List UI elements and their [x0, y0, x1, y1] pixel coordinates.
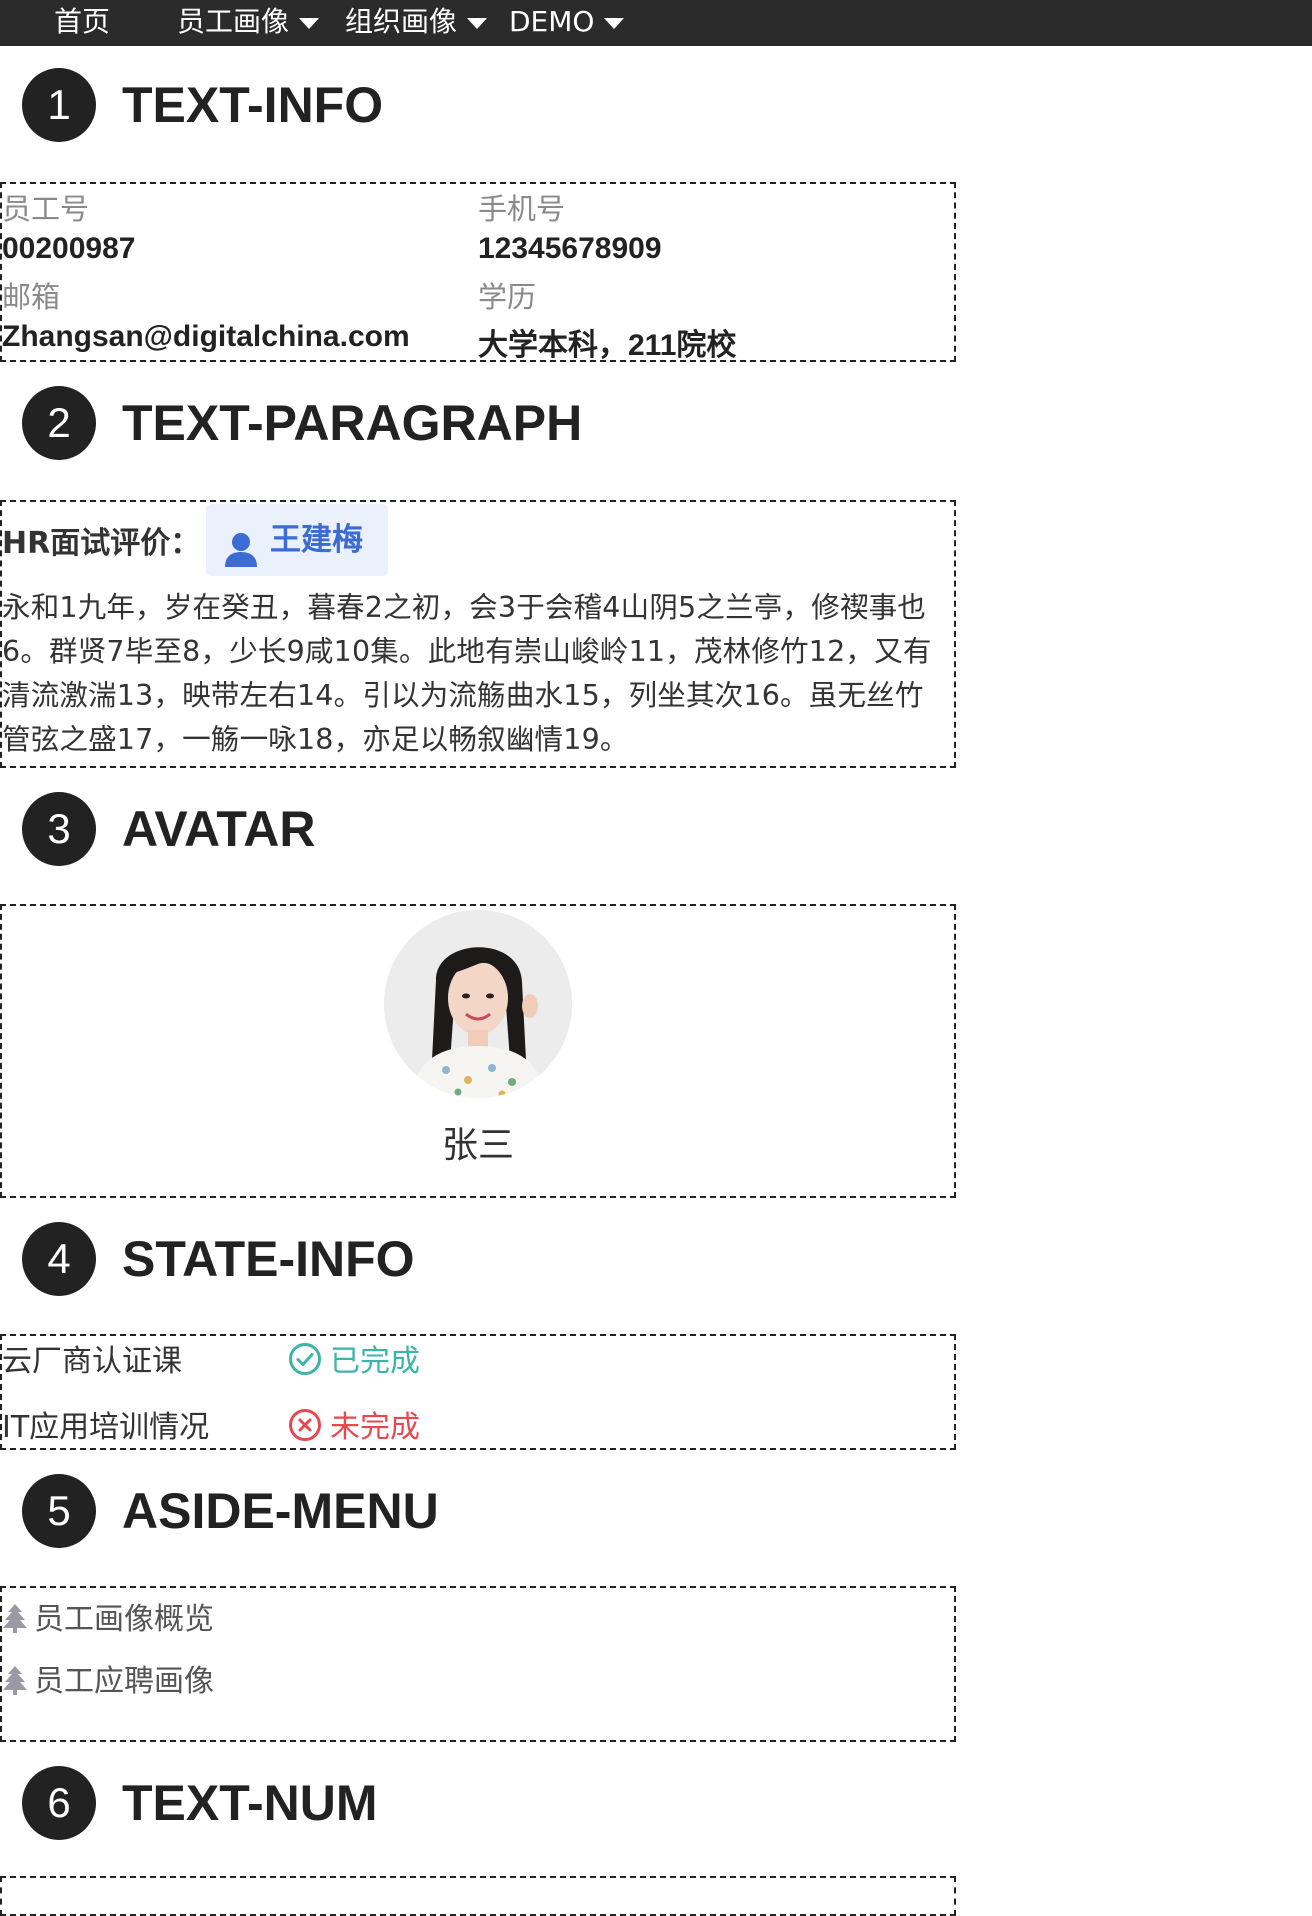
menu-item-employee-recruitment[interactable]: 员工应聘画像 — [2, 1656, 214, 1703]
state-value-text: 未完成 — [330, 1410, 420, 1445]
state-value-text: 已完成 — [330, 1344, 420, 1379]
nav-employee-portrait-label: 员工画像 — [177, 5, 290, 38]
aside-menu-box: 员工画像概览 员工应聘画像 — [0, 1586, 956, 1742]
avatar-box: 张三 — [0, 904, 956, 1198]
email-value: Zhangsan@digitalchina.com — [2, 320, 410, 353]
section-title: TEXT-INFO — [122, 77, 384, 133]
nav-demo[interactable]: DEMO — [509, 4, 625, 40]
state-label-cloud-cert: 云厂商认证课 — [2, 1344, 182, 1379]
email-label: 邮箱 — [2, 280, 61, 314]
text-paragraph-box: HR面试评价： 王建梅 永和1九年，岁在癸丑，暮春2之初，会3于会稽4山阴5之兰… — [0, 500, 956, 768]
education-label: 学历 — [478, 280, 537, 314]
state-value-incomplete: 未完成 — [288, 1402, 420, 1450]
caret-down-icon — [299, 17, 320, 29]
state-label-it-training: IT应用培训情况 — [2, 1410, 210, 1445]
section-number-badge: 1 — [22, 68, 96, 142]
nav-employee-portrait[interactable]: 员工画像 — [177, 4, 320, 40]
review-paragraph: 永和1九年，岁在癸丑，暮春2之初，会3于会稽4山阴5之兰亭，修禊事也6。群贤7毕… — [2, 591, 932, 756]
nav-demo-label: DEMO — [509, 5, 595, 38]
section-title: TEXT-NUM — [122, 1775, 378, 1831]
state-info-box: 云厂商认证课 已完成 IT应用培训情况 未完成 — [0, 1334, 956, 1450]
section-number-badge: 4 — [22, 1222, 96, 1296]
reviewer-tag[interactable]: 王建梅 — [206, 504, 388, 576]
tree-icon — [2, 1665, 28, 1703]
avatar-image — [384, 910, 572, 1098]
nav-home[interactable]: 首页 — [54, 4, 110, 40]
nav-org-portrait[interactable]: 组织画像 — [345, 4, 488, 40]
section-number-badge: 6 — [22, 1766, 96, 1840]
avatar-name: 张三 — [441, 1125, 514, 1166]
employee-id-value: 00200987 — [2, 232, 136, 265]
phone-value: 12345678909 — [478, 232, 662, 265]
menu-item-employee-overview[interactable]: 员工画像概览 — [2, 1594, 214, 1641]
close-circle-icon — [288, 1408, 322, 1450]
employee-id-label: 员工号 — [2, 192, 90, 226]
nav-org-portrait-label: 组织画像 — [345, 5, 458, 38]
user-icon — [224, 522, 258, 594]
section-title: TEXT-PARAGRAPH — [122, 395, 583, 451]
text-num-box — [0, 1876, 956, 1916]
section-number-badge: 5 — [22, 1474, 96, 1548]
tree-icon — [2, 1603, 28, 1641]
section-number-badge: 3 — [22, 792, 96, 866]
hr-review-label: HR面试评价： — [2, 526, 201, 561]
check-circle-icon — [288, 1342, 322, 1384]
section-title: ASIDE-MENU — [122, 1483, 439, 1539]
education-value: 大学本科，211院校 — [478, 329, 737, 362]
caret-down-icon — [604, 17, 625, 29]
section-title: STATE-INFO — [122, 1231, 415, 1287]
avatar[interactable] — [384, 910, 572, 1098]
section-title: AVATAR — [122, 801, 316, 857]
section-number-badge: 2 — [22, 386, 96, 460]
top-nav: 首页 员工画像 组织画像 DEMO — [0, 0, 1312, 46]
menu-item-label: 员工画像概览 — [34, 1602, 214, 1637]
text-info-box: 员工号 00200987 手机号 12345678909 邮箱 Zhangsan… — [0, 182, 956, 362]
phone-label: 手机号 — [478, 192, 566, 226]
caret-down-icon — [467, 17, 488, 29]
menu-item-label: 员工应聘画像 — [34, 1664, 214, 1699]
reviewer-name: 王建梅 — [270, 522, 363, 558]
state-value-completed: 已完成 — [288, 1336, 420, 1384]
